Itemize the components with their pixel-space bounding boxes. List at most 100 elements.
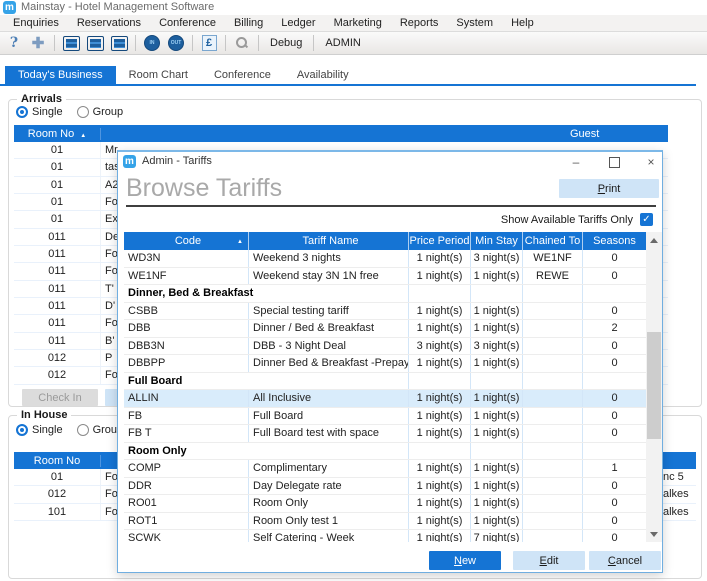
arrivals-radio-single[interactable]: Single	[16, 106, 63, 118]
search-icon[interactable]	[232, 34, 252, 52]
tab-strip: Today's BusinessRoom ChartConferenceAvai…	[0, 66, 707, 85]
column-header-price-period[interactable]: Price Period	[409, 232, 471, 250]
radio-label: Single	[32, 106, 63, 118]
tariff-row[interactable]: WD3NWeekend 3 nights1 night(s)3 night(s)…	[124, 250, 646, 268]
menu-reports[interactable]: Reports	[391, 17, 448, 29]
tariff-row[interactable]: ALLINAll Inclusive1 night(s)1 night(s)0	[124, 390, 646, 408]
debug-button[interactable]: Debug	[265, 37, 307, 49]
radio-selected-icon	[16, 424, 28, 436]
tariff-row[interactable]: DBBDinner / Bed & Breakfast1 night(s)1 n…	[124, 320, 646, 338]
tariff-name-cell: Dinner Bed & Breakfast -Prepay	[249, 355, 409, 372]
seasons-cell: 0	[583, 513, 646, 530]
close-icon[interactable]: ×	[639, 152, 663, 172]
room-no-cell: 01	[14, 469, 101, 485]
menu-conference[interactable]: Conference	[150, 17, 225, 29]
tab-room-chart[interactable]: Room Chart	[116, 66, 201, 85]
vertical-scrollbar[interactable]	[646, 232, 662, 542]
price-period-cell: 1 night(s)	[409, 390, 471, 407]
radio-selected-icon	[16, 106, 28, 118]
seasons-cell	[583, 285, 646, 302]
column-header-tariff-name[interactable]: Tariff Name	[249, 232, 409, 250]
tariff-row[interactable]: SCWKSelf Catering - Week1 night(s)7 nigh…	[124, 530, 646, 542]
menu-billing[interactable]: Billing	[225, 17, 272, 29]
seasons-cell: 0	[583, 530, 646, 542]
menu-system[interactable]: System	[447, 17, 502, 29]
billing-icon[interactable]: £	[199, 34, 219, 52]
filter-checkbox[interactable]: ✓	[640, 213, 653, 226]
chained-to-cell: WE1NF	[523, 250, 583, 267]
edit-button[interactable]: Edit	[513, 551, 585, 570]
room-chart-icon[interactable]	[109, 34, 129, 52]
code-cell: WE1NF	[124, 268, 249, 285]
column-header-code[interactable]: Code▲	[124, 232, 249, 250]
print-button[interactable]: Print	[559, 179, 659, 198]
tariff-row[interactable]: COMPComplimentary1 night(s)1 night(s)1	[124, 460, 646, 478]
tariff-row[interactable]: CSBBSpecial testing tariff1 night(s)1 ni…	[124, 303, 646, 321]
radio-label: Group	[93, 106, 124, 118]
minimize-icon[interactable]: –	[564, 152, 588, 172]
room-no-cell: 01	[14, 194, 101, 210]
column-header-room-no[interactable]: Room No▲	[14, 128, 101, 140]
guest-cell: Fo	[101, 246, 118, 262]
tariffs-table: Code▲ Tariff Name Price Period Min Stay …	[124, 232, 662, 542]
column-header-guest[interactable]: Guest	[570, 128, 599, 140]
guest-cell: Fo	[101, 263, 118, 279]
tariff-name-cell: Full Board	[249, 408, 409, 425]
seasons-cell: 0	[583, 408, 646, 425]
tariff-row[interactable]: ROT1Room Only test 11 night(s)1 night(s)…	[124, 513, 646, 531]
menu-enquiries[interactable]: Enquiries	[4, 17, 68, 29]
add-icon[interactable]: ✚	[28, 34, 48, 52]
tariff-row[interactable]: DBBPPDinner Bed & Breakfast -Prepay1 nig…	[124, 355, 646, 373]
tariff-name-cell: Full Board test with space	[249, 425, 409, 442]
menu-ledger[interactable]: Ledger	[272, 17, 324, 29]
new-button[interactable]: New	[429, 551, 501, 570]
guest-cell: Ex	[101, 211, 118, 227]
menu-help[interactable]: Help	[502, 17, 543, 29]
cancel-button[interactable]: Cancel	[589, 551, 661, 570]
column-header-chained-to[interactable]: Chained To	[523, 232, 583, 250]
dialog-title-bar[interactable]: m Admin - Tariffs – ×	[118, 152, 662, 172]
tariff-row[interactable]: DBB3NDBB - 3 Night Deal3 night(s)3 night…	[124, 338, 646, 356]
tariff-group-row[interactable]: Room Only	[124, 443, 646, 461]
dialog-title: Admin - Tariffs	[142, 155, 212, 167]
chart-glyph	[111, 36, 128, 51]
in-house-radio-single[interactable]: Single	[16, 424, 63, 436]
tariff-row[interactable]: FBFull Board1 night(s)1 night(s)0	[124, 408, 646, 426]
tariff-row[interactable]: RO01Room Only1 night(s)1 night(s)0	[124, 495, 646, 513]
toolbar-separator	[225, 35, 226, 51]
column-header-min-stay[interactable]: Min Stay	[471, 232, 523, 250]
room-list-icon[interactable]	[61, 34, 81, 52]
guest-cell: Fo	[101, 504, 118, 520]
menu-reservations[interactable]: Reservations	[68, 17, 150, 29]
room-plan-icon[interactable]	[85, 34, 105, 52]
tariff-group-row[interactable]: Dinner, Bed & Breakfast	[124, 285, 646, 303]
check-in-button[interactable]: Check In	[22, 389, 98, 406]
tariff-row[interactable]: DDRDay Delegate rate1 night(s)1 night(s)…	[124, 478, 646, 496]
check-in-icon[interactable]: IN	[142, 34, 162, 52]
min-stay-cell: 1 night(s)	[471, 268, 523, 285]
radio-unselected-icon	[77, 424, 89, 436]
tab-today-s-business[interactable]: Today's Business	[5, 66, 116, 85]
check-out-icon[interactable]: OUT	[166, 34, 186, 52]
scroll-down-icon[interactable]	[646, 526, 662, 542]
tariff-group-row[interactable]: Full Board	[124, 373, 646, 391]
column-header-seasons[interactable]: Seasons	[583, 232, 646, 250]
menu-marketing[interactable]: Marketing	[325, 17, 391, 29]
tab-availability[interactable]: Availability	[284, 66, 362, 85]
tariff-row[interactable]: WE1NFWeekend stay 3N 1N free1 night(s)1 …	[124, 268, 646, 286]
seasons-cell: 0	[583, 250, 646, 267]
price-period-cell	[409, 285, 471, 302]
chained-to-cell	[523, 513, 583, 530]
help-icon[interactable]: ?	[4, 34, 24, 52]
arrivals-radio-group[interactable]: Group	[77, 106, 124, 118]
tariff-row[interactable]: FB TFull Board test with space1 night(s)…	[124, 425, 646, 443]
column-header-room-no[interactable]: Room No	[14, 455, 101, 467]
scrollbar-thumb[interactable]	[647, 332, 661, 439]
admin-button[interactable]: ADMIN	[320, 37, 365, 49]
min-stay-cell: 1 night(s)	[471, 390, 523, 407]
tab-conference[interactable]: Conference	[201, 66, 284, 85]
out-badge: OUT	[168, 35, 184, 51]
maximize-icon[interactable]	[602, 152, 626, 172]
scroll-up-icon[interactable]	[646, 232, 662, 248]
tariff-name-cell: DBB - 3 Night Deal	[249, 338, 409, 355]
